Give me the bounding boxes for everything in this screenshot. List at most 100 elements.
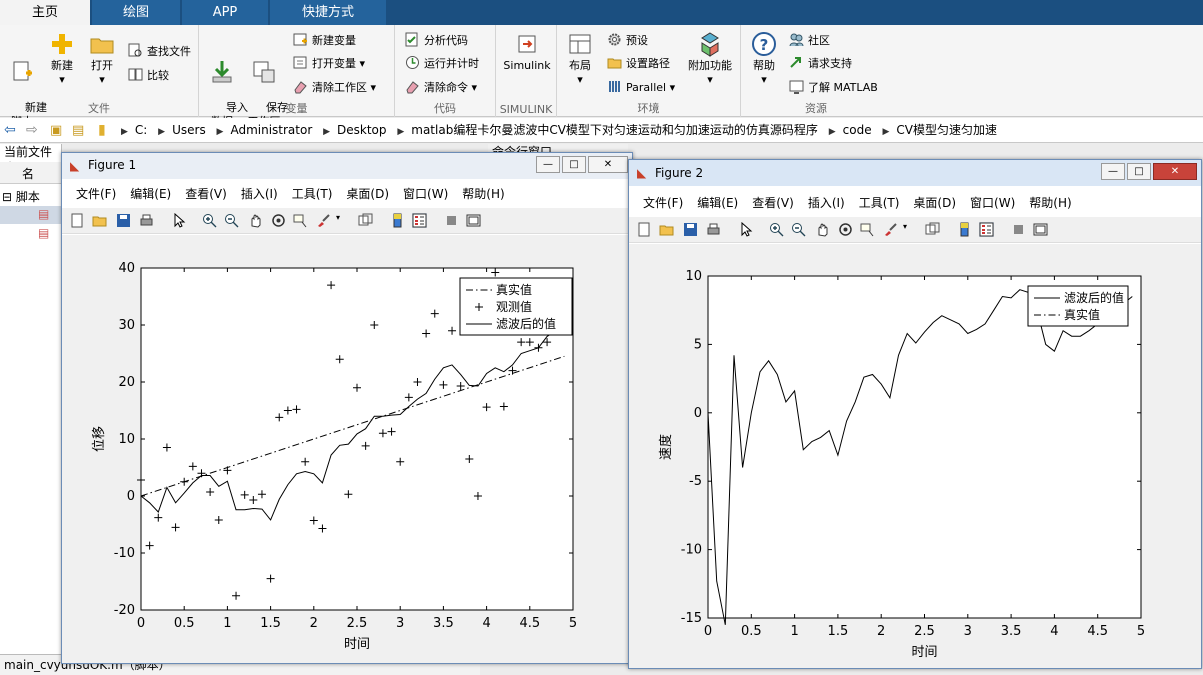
- legend-icon[interactable]: [412, 213, 427, 228]
- open-button[interactable]: 打开 ▾: [86, 31, 118, 87]
- open-file-icon[interactable]: [659, 222, 674, 237]
- hide-plot-tools-icon[interactable]: [444, 213, 459, 228]
- set-path-button[interactable]: 设置路径: [607, 55, 670, 72]
- preferences-button[interactable]: 预设: [607, 32, 648, 49]
- new-figure-icon[interactable]: [70, 213, 85, 228]
- close-button[interactable]: ✕: [1153, 163, 1197, 180]
- menu-help[interactable]: 帮助(H): [1029, 192, 1071, 214]
- menu-file[interactable]: 文件(F): [643, 192, 683, 214]
- file-row[interactable]: ▤: [0, 225, 62, 243]
- analyze-code-button[interactable]: 分析代码: [405, 32, 468, 49]
- back-arrow-icon[interactable]: ⇦: [4, 118, 16, 143]
- brush-icon[interactable]: [316, 213, 331, 228]
- colorbar-icon[interactable]: [390, 213, 405, 228]
- add-ons-button[interactable]: 附加功能 ▾: [685, 31, 735, 87]
- up-folder-icon[interactable]: ▣: [50, 118, 62, 143]
- browse-folder-icon[interactable]: ▤: [72, 118, 84, 143]
- menu-edit[interactable]: 编辑(E): [697, 192, 738, 214]
- file-row-selected[interactable]: ▤: [0, 206, 62, 224]
- pointer-icon[interactable]: [739, 222, 754, 237]
- breadcrumb-item[interactable]: C:: [135, 118, 147, 143]
- minimize-button[interactable]: —: [536, 156, 560, 173]
- print-icon[interactable]: [706, 222, 721, 237]
- link-plot-icon[interactable]: [358, 213, 373, 228]
- save-icon[interactable]: [683, 222, 698, 237]
- menu-view[interactable]: 查看(V): [185, 183, 227, 205]
- menu-view[interactable]: 查看(V): [752, 192, 794, 214]
- minimize-button[interactable]: —: [1101, 163, 1125, 180]
- scripts-section[interactable]: ⊟ 脚本: [2, 188, 40, 205]
- figure1-plot[interactable]: 0 0.5 1 1.5 2 2.5 3 3.5 4 4.5 5 -20 -10 0 10 20 30 40 时间 位移…: [62, 235, 632, 663]
- rotate-3d-icon[interactable]: [838, 222, 853, 237]
- brush-icon[interactable]: [883, 222, 898, 237]
- breadcrumb-item[interactable]: Administrator: [230, 118, 312, 143]
- clear-workspace-button[interactable]: 清除工作区 ▾: [293, 79, 376, 96]
- request-support-button[interactable]: 请求支持: [789, 55, 852, 72]
- forward-arrow-icon[interactable]: ⇨: [26, 118, 38, 143]
- link-plot-icon[interactable]: [925, 222, 940, 237]
- chevron-down-icon[interactable]: ▾: [903, 222, 907, 231]
- pan-icon[interactable]: [815, 222, 830, 237]
- tab-apps[interactable]: APP: [182, 0, 268, 25]
- learn-matlab-button[interactable]: 了解 MATLAB: [789, 79, 878, 96]
- open-variable-button[interactable]: 打开变量 ▾: [293, 55, 365, 72]
- data-cursor-icon[interactable]: [293, 213, 308, 228]
- tab-plots[interactable]: 绘图: [92, 0, 180, 25]
- save-icon[interactable]: [116, 213, 131, 228]
- community-button[interactable]: 社区: [789, 32, 830, 49]
- menu-edit[interactable]: 编辑(E): [130, 183, 171, 205]
- chevron-down-icon[interactable]: ▾: [336, 213, 340, 222]
- maximize-button[interactable]: □: [1127, 163, 1151, 180]
- new-figure-icon[interactable]: [637, 222, 652, 237]
- compare-button[interactable]: 比较: [128, 67, 169, 84]
- find-files-button[interactable]: 查找文件: [128, 43, 191, 60]
- figure1-titlebar[interactable]: ◣ Figure 1 — □ ✕: [62, 153, 632, 179]
- figure2-plot[interactable]: 0 0.5 1 1.5 2 2.5 3 3.5 4 4.5 5 -15 -10 -5 0 5 10 时间 速度 滤波后…: [629, 244, 1201, 668]
- menu-insert[interactable]: 插入(I): [241, 183, 278, 205]
- breadcrumb-item[interactable]: matlab编程卡尔曼滤波中CV模型下对匀速运动和匀加速运动的仿真源码程序: [411, 118, 818, 143]
- simulink-button[interactable]: Simulink: [502, 31, 552, 73]
- menu-window[interactable]: 窗口(W): [403, 183, 448, 205]
- zoom-in-icon[interactable]: [202, 213, 217, 228]
- run-and-time-button[interactable]: 运行并计时: [405, 55, 479, 72]
- breadcrumb-item[interactable]: code: [843, 118, 872, 143]
- new-variable-button[interactable]: 新建变量: [293, 32, 356, 49]
- rotate-3d-icon[interactable]: [271, 213, 286, 228]
- figure2-titlebar[interactable]: ◣ Figure 2 — □ ✕: [629, 160, 1201, 186]
- close-button[interactable]: ✕: [588, 156, 628, 173]
- menu-tools[interactable]: 工具(T): [292, 183, 333, 205]
- breadcrumb-item[interactable]: Users: [172, 118, 206, 143]
- menu-desktop[interactable]: 桌面(D): [913, 192, 956, 214]
- zoom-out-icon[interactable]: [791, 222, 806, 237]
- help-button[interactable]: ? 帮助 ▾: [747, 31, 781, 87]
- breadcrumb-item[interactable]: Desktop: [337, 118, 387, 143]
- breadcrumb-item[interactable]: CV模型匀速匀加速: [896, 118, 997, 143]
- menu-file[interactable]: 文件(F): [76, 183, 116, 205]
- zoom-in-icon[interactable]: [769, 222, 784, 237]
- clear-commands-button[interactable]: 清除命令 ▾: [405, 79, 477, 96]
- layout-button[interactable]: 布局 ▾: [563, 31, 597, 87]
- colorbar-icon[interactable]: [957, 222, 972, 237]
- zoom-out-icon[interactable]: [224, 213, 239, 228]
- collapse-icon[interactable]: ⊟: [2, 190, 12, 204]
- legend-icon[interactable]: [979, 222, 994, 237]
- menu-help[interactable]: 帮助(H): [462, 183, 504, 205]
- data-cursor-icon[interactable]: [860, 222, 875, 237]
- pointer-icon[interactable]: [172, 213, 187, 228]
- show-plot-tools-icon[interactable]: [466, 213, 481, 228]
- tab-shortcuts[interactable]: 快捷方式: [270, 0, 386, 25]
- pan-icon[interactable]: [248, 213, 263, 228]
- show-plot-tools-icon[interactable]: [1033, 222, 1048, 237]
- menu-window[interactable]: 窗口(W): [970, 192, 1015, 214]
- tab-home[interactable]: 主页: [0, 0, 90, 25]
- new-button[interactable]: 新建 ▾: [44, 31, 80, 87]
- hide-plot-tools-icon[interactable]: [1011, 222, 1026, 237]
- menu-tools[interactable]: 工具(T): [859, 192, 900, 214]
- menu-desktop[interactable]: 桌面(D): [346, 183, 389, 205]
- name-column-header[interactable]: 名: [22, 165, 34, 182]
- open-file-icon[interactable]: [92, 213, 107, 228]
- menu-insert[interactable]: 插入(I): [808, 192, 845, 214]
- print-icon[interactable]: [139, 213, 154, 228]
- maximize-button[interactable]: □: [562, 156, 586, 173]
- parallel-button[interactable]: Parallel ▾: [607, 79, 675, 96]
